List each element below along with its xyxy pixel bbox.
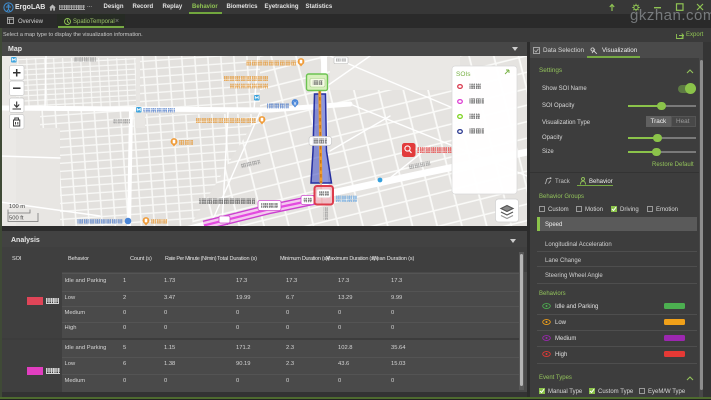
svg-text:500 ft: 500 ft xyxy=(9,216,24,222)
svg-text:SOIs: SOIs xyxy=(456,71,471,78)
svg-text:100 m: 100 m xyxy=(9,204,25,210)
